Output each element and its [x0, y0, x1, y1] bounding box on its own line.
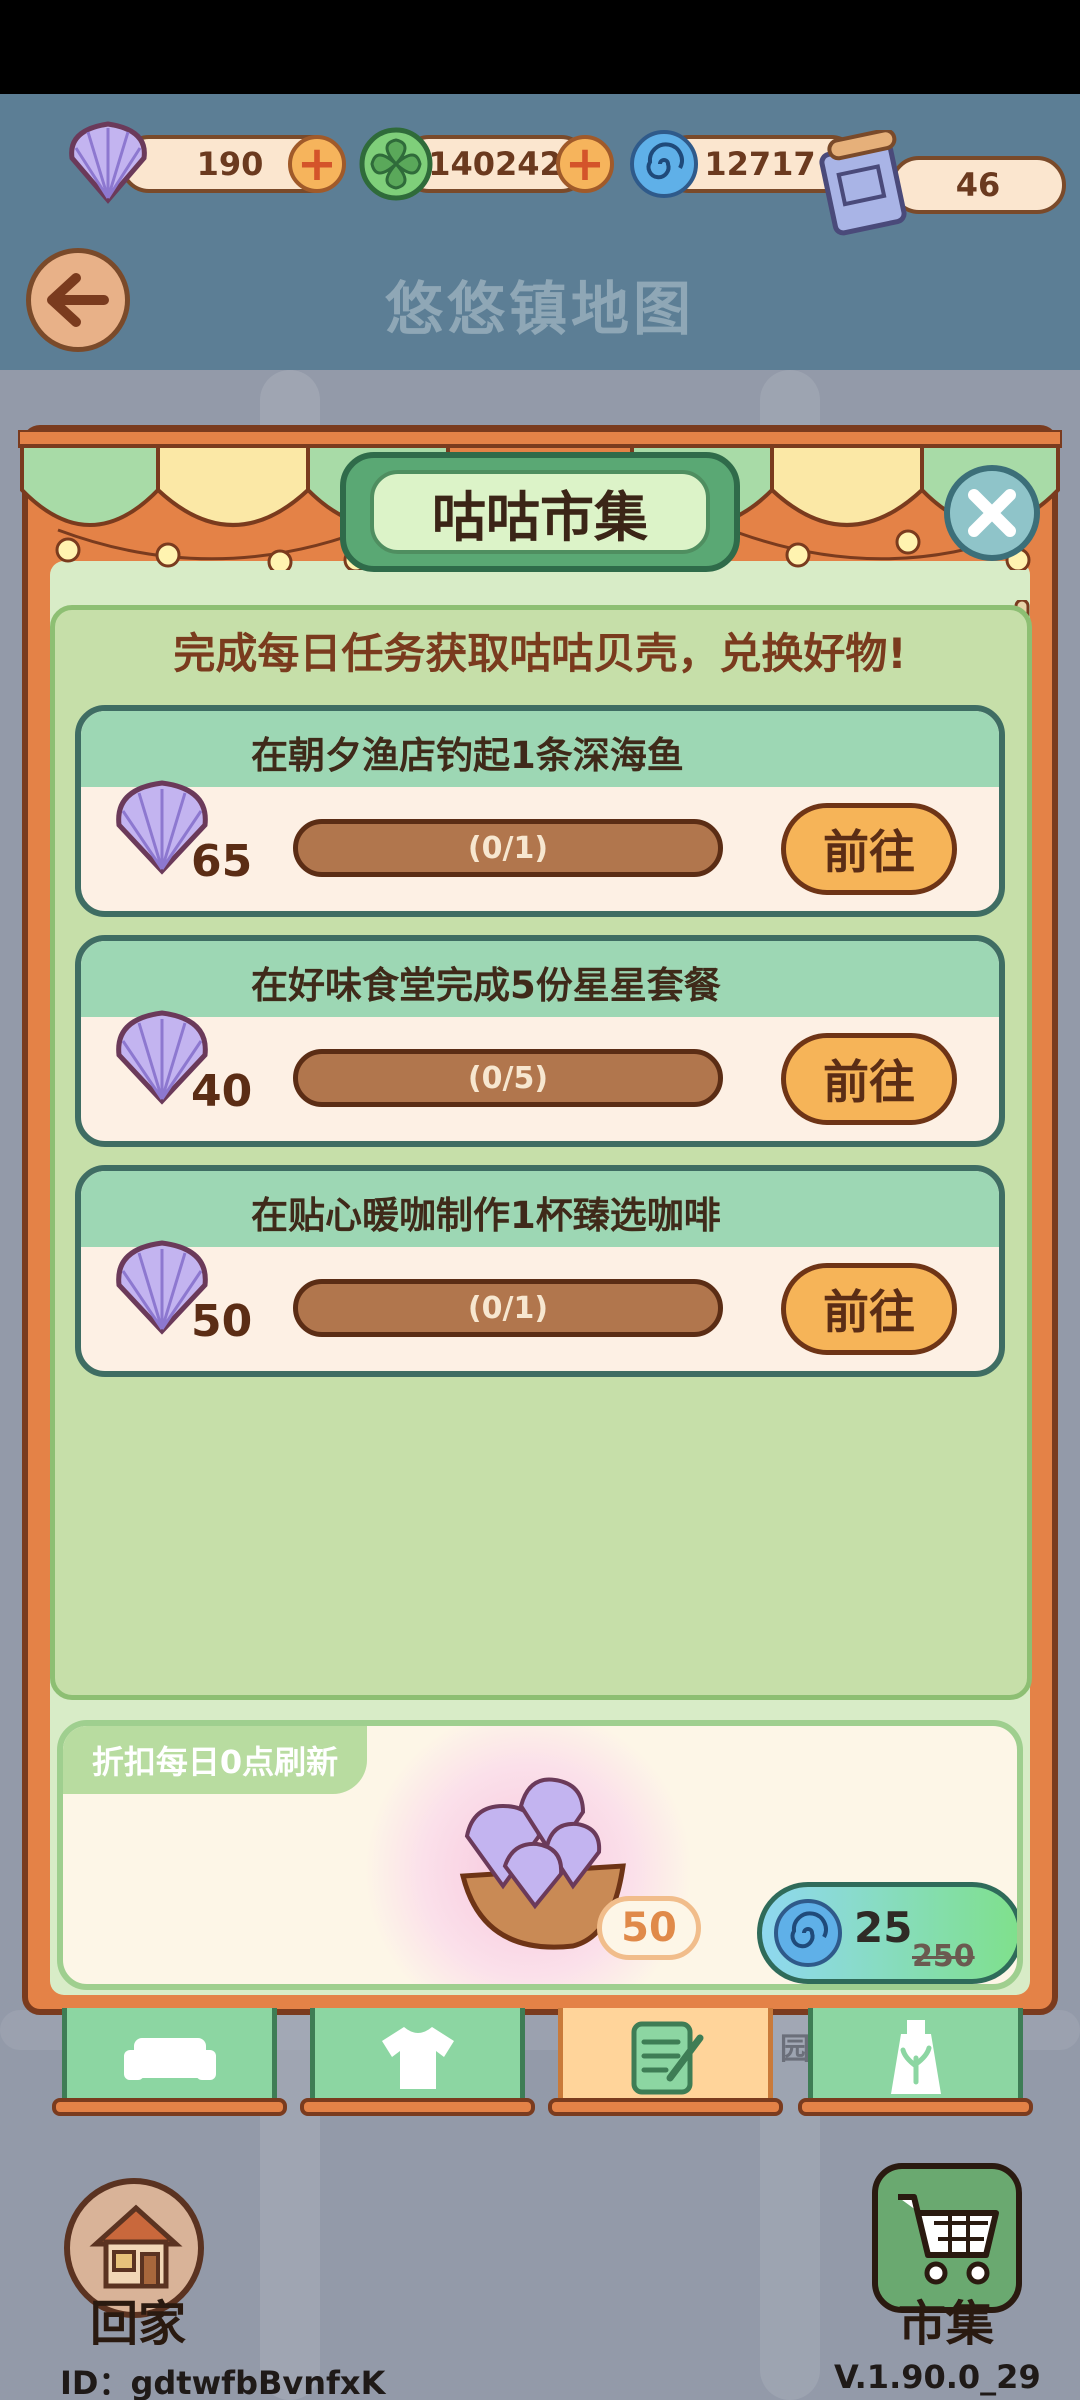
task-card: 在朝夕渔店钓起1条深海鱼 65 (0/1) 前往 [75, 705, 1005, 917]
task-title: 在好味食堂完成5份星星套餐 [251, 964, 721, 1007]
status-bar [0, 0, 1080, 94]
swirl-icon [774, 1899, 842, 1967]
page-title: 悠悠镇地图 [384, 275, 695, 343]
version-label: V.1.90.0_29 [834, 2358, 1041, 2396]
task-progress: (0/1) [467, 830, 549, 866]
cart-icon [898, 2194, 999, 2285]
task-title: 在贴心暖咖制作1杯臻选咖啡 [251, 1194, 721, 1237]
market-label[interactable]: 市集 [856, 2284, 1036, 2354]
close-icon [968, 489, 1016, 537]
close-button[interactable] [944, 465, 1040, 561]
add-shell-button[interactable]: + [288, 135, 346, 193]
clover-count: 140242 [428, 145, 562, 183]
go-button[interactable]: 前往 [781, 1263, 957, 1355]
shell-count: 190 [196, 145, 264, 183]
task-progress-bar: (0/1) [293, 1279, 723, 1337]
tab-clothing[interactable] [310, 2008, 525, 2112]
task-card: 在好味食堂完成5份星星套餐 40 (0/5) 前往 [75, 935, 1005, 1147]
task-reward: 40 [191, 1066, 253, 1117]
map-scroll-counter: 46 [890, 156, 1066, 214]
original-price: 250 [912, 1939, 975, 1974]
market-title: 咕咕市集 [432, 485, 648, 549]
swirl-icon [630, 130, 698, 198]
task-list-icon [631, 2021, 703, 2094]
go-button[interactable]: 前往 [781, 803, 957, 895]
tab-garden[interactable] [808, 2008, 1023, 2112]
add-clover-button[interactable]: + [556, 135, 614, 193]
sofa-icon [123, 2037, 216, 2080]
clover-icon [359, 127, 433, 201]
task-title: 在朝夕渔店钓起1条深海鱼 [251, 734, 684, 777]
shell-icon [69, 121, 147, 204]
offer-tag: 折扣每日0点刷新 [63, 1726, 367, 1794]
market-title-banner: 咕咕市集 [340, 452, 740, 572]
user-id: ID：gdtwfbBvnfxK [60, 2364, 386, 2400]
go-button[interactable]: 前往 [781, 1033, 957, 1125]
tab-furniture[interactable] [62, 2008, 277, 2112]
buy-button[interactable]: 25 250 [757, 1882, 1017, 1984]
offer-tag-text: 折扣每日0点刷新 [91, 1743, 339, 1781]
scroll-map-icon [819, 130, 907, 236]
sprout-bottle-icon [890, 2019, 941, 2094]
task-progress: (0/1) [467, 1290, 549, 1326]
home-label[interactable]: 回家 [58, 2284, 218, 2354]
task-progress-bar: (0/1) [293, 819, 723, 877]
discount-offer: 折扣每日0点刷新 50 25 250 [57, 1720, 1023, 1990]
task-card: 在贴心暖咖制作1杯臻选咖啡 50 (0/1) 前往 [75, 1165, 1005, 1377]
tab-badge: 园 [780, 2032, 810, 2067]
discount-price: 25 [854, 1903, 913, 1952]
task-reward: 65 [191, 836, 253, 887]
panel-subtitle: 完成每日任务获取咕咕贝壳，兑换好物! [173, 629, 907, 678]
tab-tasks[interactable] [558, 2008, 773, 2112]
map-scroll-count: 46 [955, 166, 1001, 204]
task-reward: 50 [191, 1296, 253, 1347]
item-count-badge: 50 [597, 1896, 701, 1960]
shirt-icon [381, 2026, 454, 2089]
swirl-count: 12717 [704, 145, 816, 183]
task-progress: (0/5) [467, 1060, 549, 1096]
house-icon [89, 2204, 183, 2289]
task-progress-bar: (0/5) [293, 1049, 723, 1107]
